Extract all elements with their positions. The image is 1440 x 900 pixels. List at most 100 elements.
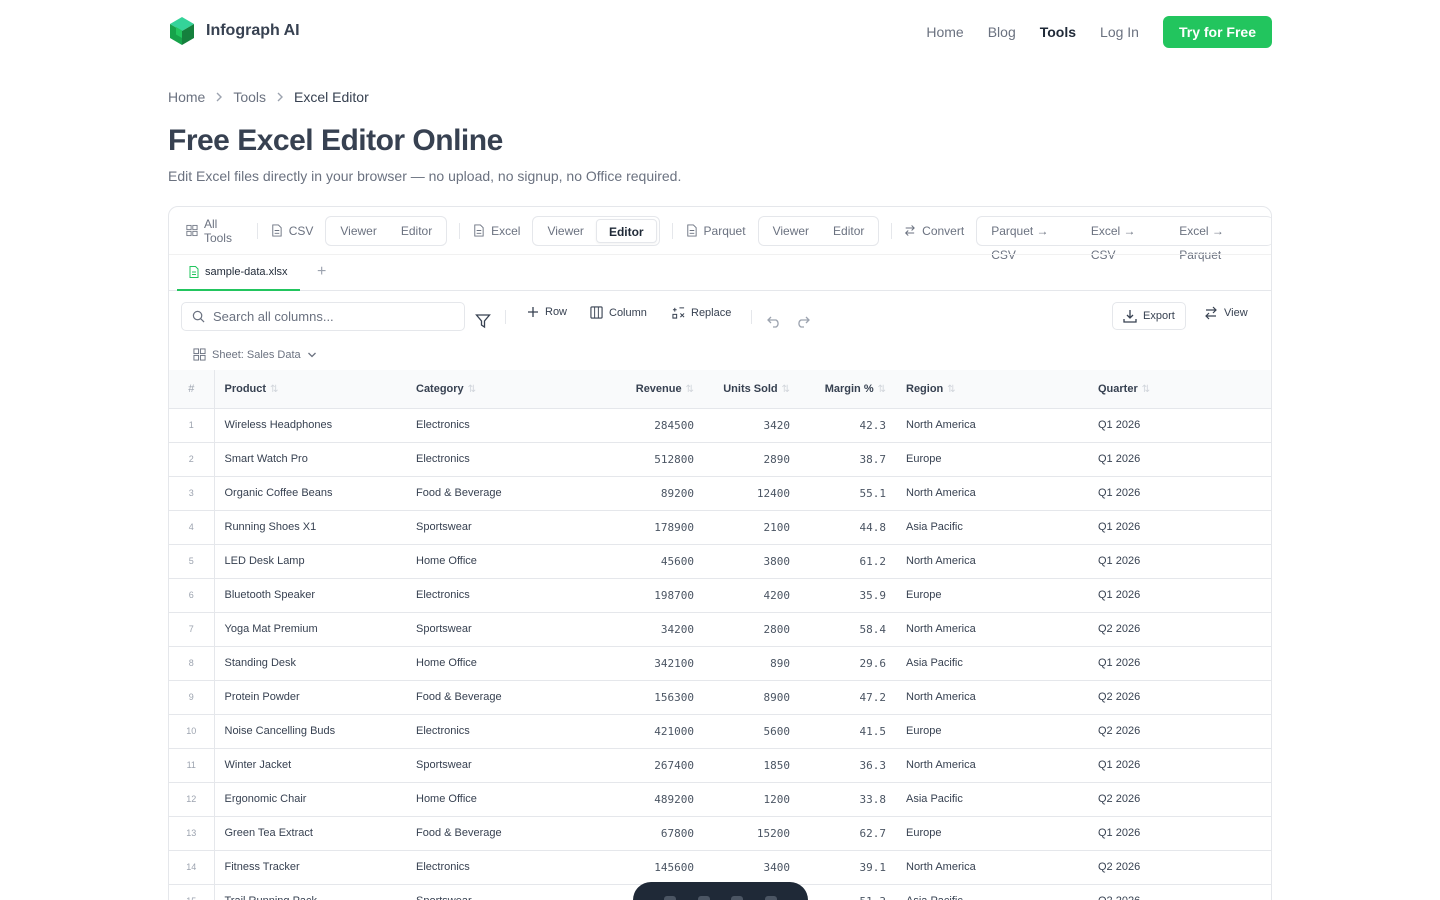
cell-revenue[interactable]: 156300 <box>566 680 704 715</box>
cell-product[interactable]: Standing Desk <box>214 646 406 681</box>
header-revenue[interactable]: Revenue ⇅ <box>566 370 704 409</box>
cell-revenue[interactable]: 178900 <box>566 510 704 545</box>
cell-margin[interactable]: 41.5 <box>800 714 896 749</box>
file-tab-active[interactable]: sample-data.xlsx <box>177 255 300 291</box>
cell-revenue[interactable]: 284500 <box>566 408 704 443</box>
cell-revenue[interactable]: 421000 <box>566 714 704 749</box>
redo-icon[interactable] <box>796 314 810 328</box>
cell-quarter[interactable]: Q1 2026 <box>1088 510 1271 545</box>
cell-category[interactable]: Sportswear <box>406 884 566 900</box>
cell-units-sold[interactable]: 12400 <box>704 476 800 511</box>
cell-region[interactable]: Europe <box>896 442 1088 477</box>
cell-region[interactable]: North America <box>896 408 1088 443</box>
cell-margin[interactable]: 61.2 <box>800 544 896 579</box>
cell-quarter[interactable]: Q1 2026 <box>1088 408 1271 443</box>
try-for-free-button[interactable]: Try for Free <box>1162 16 1272 48</box>
nav-home[interactable]: Home <box>926 16 963 48</box>
cell-revenue[interactable]: 512800 <box>566 442 704 477</box>
cell-product[interactable]: Wireless Headphones <box>214 408 406 443</box>
cell-units-sold[interactable]: 8900 <box>704 680 800 715</box>
cell-category[interactable]: Food & Beverage <box>406 816 566 851</box>
cell-margin[interactable]: 62.7 <box>800 816 896 851</box>
cell-region[interactable]: North America <box>896 748 1088 783</box>
cell-margin[interactable]: 44.8 <box>800 510 896 545</box>
cell-revenue[interactable]: 489200 <box>566 782 704 817</box>
excel-editor-option[interactable]: Editor <box>595 218 657 243</box>
cell-region[interactable]: North America <box>896 680 1088 715</box>
csv-editor-option[interactable]: Editor <box>389 219 444 243</box>
cell-margin[interactable]: 29.6 <box>800 646 896 681</box>
cell-margin[interactable]: 36.3 <box>800 748 896 783</box>
cell-revenue[interactable]: 342100 <box>566 646 704 681</box>
nav-tools[interactable]: Tools <box>1040 16 1076 48</box>
cell-units-sold[interactable]: 4200 <box>704 578 800 613</box>
floating-toolbar[interactable] <box>633 882 808 900</box>
cell-product[interactable]: Bluetooth Speaker <box>214 578 406 613</box>
table-row[interactable]: 10 Noise Cancelling Buds Electronics 421000… <box>169 714 1271 749</box>
nav-blog[interactable]: Blog <box>988 16 1016 48</box>
sort-icon[interactable]: ⇅ <box>782 384 790 395</box>
cell-product[interactable]: LED Desk Lamp <box>214 544 406 579</box>
cell-product[interactable]: Protein Powder <box>214 680 406 715</box>
cell-quarter[interactable]: Q1 2026 <box>1088 476 1271 511</box>
cell-units-sold[interactable]: 2890 <box>704 442 800 477</box>
sort-icon[interactable]: ⇅ <box>686 384 694 395</box>
sort-icon[interactable]: ⇅ <box>1142 384 1150 395</box>
cell-product[interactable]: Noise Cancelling Buds <box>214 714 406 749</box>
cell-category[interactable]: Home Office <box>406 544 566 579</box>
cell-quarter[interactable]: Q1 2026 <box>1088 578 1271 613</box>
cell-quarter[interactable]: Q1 2026 <box>1088 544 1271 579</box>
logo[interactable]: Infograph AI <box>168 16 300 46</box>
cell-units-sold[interactable]: 3800 <box>704 544 800 579</box>
table-row[interactable]: 2 Smart Watch Pro Electronics 512800 2890 38.… <box>169 442 1271 477</box>
table-row[interactable]: 4 Running Shoes X1 Sportswear 178900 2100 44.… <box>169 510 1271 545</box>
sort-icon[interactable]: ⇅ <box>468 384 476 395</box>
cell-category[interactable]: Electronics <box>406 578 566 613</box>
cell-revenue[interactable]: 45600 <box>566 544 704 579</box>
table-row[interactable]: 14 Fitness Tracker Electronics 145600 3400 39… <box>169 850 1271 885</box>
cell-units-sold[interactable]: 1200 <box>704 782 800 817</box>
table-row[interactable]: 9 Protein Powder Food & Beverage 156300 8900… <box>169 680 1271 715</box>
cell-region[interactable]: Asia Pacific <box>896 884 1088 900</box>
cell-product[interactable]: Yoga Mat Premium <box>214 612 406 647</box>
cell-category[interactable]: Food & Beverage <box>406 680 566 715</box>
cell-revenue[interactable]: 67800 <box>566 816 704 851</box>
cell-revenue[interactable]: 267400 <box>566 748 704 783</box>
cell-quarter[interactable]: Q1 2026 <box>1088 816 1271 851</box>
cell-quarter[interactable]: Q2 2026 <box>1088 884 1271 900</box>
cell-category[interactable]: Electronics <box>406 442 566 477</box>
cell-region[interactable]: Asia Pacific <box>896 510 1088 545</box>
cell-product[interactable]: Smart Watch Pro <box>214 442 406 477</box>
cell-margin[interactable]: 51.3 <box>800 884 896 900</box>
cell-margin[interactable]: 55.1 <box>800 476 896 511</box>
search-input[interactable] <box>213 309 453 324</box>
cell-category[interactable]: Food & Beverage <box>406 476 566 511</box>
table-row[interactable]: 13 Green Tea Extract Food & Beverage 67800 1… <box>169 816 1271 851</box>
cell-product[interactable]: Ergonomic Chair <box>214 782 406 817</box>
cell-product[interactable]: Trail Running Pack <box>214 884 406 900</box>
cell-region[interactable]: Europe <box>896 816 1088 851</box>
cell-units-sold[interactable]: 1850 <box>704 748 800 783</box>
cell-units-sold[interactable]: 2800 <box>704 612 800 647</box>
cell-units-sold[interactable]: 5600 <box>704 714 800 749</box>
cell-product[interactable]: Winter Jacket <box>214 748 406 783</box>
view-toggle-button[interactable]: View <box>1204 306 1248 320</box>
settings-icon[interactable] <box>765 896 778 900</box>
nav-login[interactable]: Log In <box>1100 16 1139 48</box>
cell-revenue[interactable]: 89200 <box>566 476 704 511</box>
cell-region[interactable]: North America <box>896 476 1088 511</box>
cell-region[interactable]: Asia Pacific <box>896 782 1088 817</box>
cell-units-sold[interactable]: 15200 <box>704 816 800 851</box>
cell-region[interactable]: North America <box>896 850 1088 885</box>
cell-category[interactable]: Home Office <box>406 646 566 681</box>
cell-region[interactable]: North America <box>896 612 1088 647</box>
parquet-viewer-option[interactable]: Viewer <box>761 219 821 243</box>
filter-icon[interactable] <box>475 313 491 329</box>
cell-category[interactable]: Home Office <box>406 782 566 817</box>
cell-quarter[interactable]: Q2 2026 <box>1088 714 1271 749</box>
cell-units-sold[interactable]: 2100 <box>704 510 800 545</box>
add-column-button[interactable]: Column <box>590 306 647 319</box>
breadcrumb-tools[interactable]: Tools <box>233 89 266 105</box>
cell-quarter[interactable]: Q1 2026 <box>1088 646 1271 681</box>
cell-quarter[interactable]: Q1 2026 <box>1088 748 1271 783</box>
